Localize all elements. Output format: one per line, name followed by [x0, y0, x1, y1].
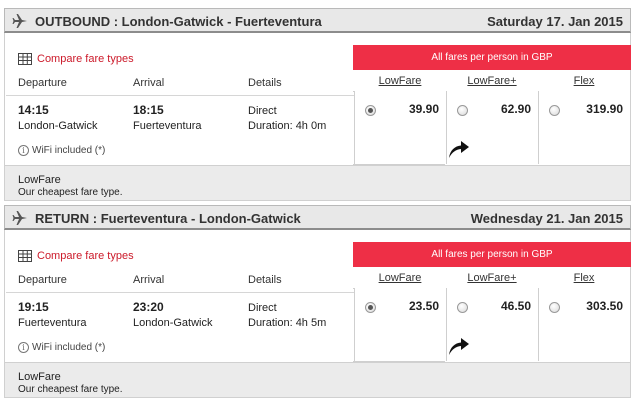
curved-arrow-icon [449, 338, 469, 355]
return-header: RETURN : Fuerteventura - London-Gatwick … [4, 205, 631, 230]
divider [6, 95, 354, 96]
arrival-place: London-Gatwick [133, 317, 213, 329]
divider [6, 292, 354, 293]
return-date: Wednesday 21. Jan 2015 [470, 211, 623, 226]
return-title: RETURN : Fuerteventura - London-Gatwick [35, 211, 301, 226]
fare-type-note: LowFare Our cheapest fare type. [4, 363, 631, 398]
fare-header-lowfare[interactable]: LowFare [354, 272, 446, 284]
plane-icon [12, 14, 27, 28]
col-departure: Departure [18, 274, 67, 286]
fares-banner: All fares per person in GBP [353, 242, 631, 267]
fare-price: 319.90 [586, 102, 623, 116]
departure-time: 14:15 [18, 103, 49, 117]
table-icon [18, 53, 32, 65]
departure-place: London-Gatwick [18, 120, 98, 132]
info-icon: i [18, 342, 29, 353]
fare-price: 23.50 [408, 299, 439, 313]
fare-radio-lowfare-plus[interactable] [457, 302, 468, 313]
fare-radio-lowfare-plus[interactable] [457, 105, 468, 116]
fare-cell-flex[interactable]: 319.90 [538, 91, 630, 164]
fare-cell-lowfare[interactable]: 39.90 [354, 91, 446, 164]
fare-cell-lowfare[interactable]: 23.50 [354, 288, 446, 361]
compare-fare-types-link[interactable]: Compare fare types [18, 249, 134, 263]
fare-header-flex[interactable]: Flex [538, 272, 630, 284]
fare-cell-flex[interactable]: 303.50 [538, 288, 630, 361]
fare-price: 46.50 [500, 299, 531, 313]
fare-note-desc: Our cheapest fare type. [18, 384, 123, 395]
curved-arrow-icon [449, 141, 469, 158]
wifi-info: i WiFi included (*) [18, 342, 105, 353]
divider [353, 164, 445, 165]
fare-header-lowfare[interactable]: LowFare [354, 75, 446, 87]
fare-price: 39.90 [408, 102, 439, 116]
details-duration: Duration: 4h 0m [248, 120, 327, 132]
fare-note-desc: Our cheapest fare type. [18, 187, 123, 198]
arrival-time: 18:15 [133, 103, 164, 117]
departure-time: 19:15 [18, 300, 49, 314]
wifi-label: WiFi included (*) [32, 145, 106, 156]
plane-icon [12, 211, 27, 225]
info-icon: i [18, 145, 29, 156]
fare-note-name: LowFare [18, 174, 61, 186]
arrival-time: 23:20 [133, 300, 164, 314]
arrival-place: Fuerteventura [133, 120, 202, 132]
table-icon [18, 250, 32, 262]
compare-label: Compare fare types [37, 250, 134, 262]
fare-header-lowfare-plus[interactable]: LowFare+ [446, 75, 538, 87]
wifi-info: i WiFi included (*) [18, 145, 105, 156]
col-details: Details [248, 274, 282, 286]
compare-fare-types-link[interactable]: Compare fare types [18, 52, 134, 66]
fare-price: 62.90 [500, 102, 531, 116]
details-type: Direct [248, 302, 277, 314]
fare-radio-lowfare[interactable] [365, 302, 376, 313]
col-departure: Departure [18, 77, 67, 89]
col-arrival: Arrival [133, 77, 165, 89]
outbound-body: Compare fare types Departure Arrival Det… [4, 33, 631, 166]
return-body: Compare fare types Departure Arrival Det… [4, 230, 631, 363]
fare-note-name: LowFare [18, 371, 61, 383]
outbound-header: OUTBOUND : London-Gatwick - Fuerteventur… [4, 8, 631, 33]
fare-radio-flex[interactable] [549, 302, 560, 313]
outbound-title: OUTBOUND : London-Gatwick - Fuerteventur… [35, 14, 322, 29]
fare-radio-flex[interactable] [549, 105, 560, 116]
compare-label: Compare fare types [37, 53, 134, 65]
fare-radio-lowfare[interactable] [365, 105, 376, 116]
divider [353, 361, 445, 362]
fare-header-lowfare-plus[interactable]: LowFare+ [446, 272, 538, 284]
col-arrival: Arrival [133, 274, 165, 286]
col-details: Details [248, 77, 282, 89]
fare-price: 303.50 [586, 299, 623, 313]
wifi-label: WiFi included (*) [32, 342, 106, 353]
outbound-date: Saturday 17. Jan 2015 [487, 14, 623, 29]
details-type: Direct [248, 105, 277, 117]
details-duration: Duration: 4h 5m [248, 317, 327, 329]
fares-banner: All fares per person in GBP [353, 45, 631, 70]
fare-type-note: LowFare Our cheapest fare type. [4, 166, 631, 201]
fare-header-flex[interactable]: Flex [538, 75, 630, 87]
departure-place: Fuerteventura [18, 317, 87, 329]
